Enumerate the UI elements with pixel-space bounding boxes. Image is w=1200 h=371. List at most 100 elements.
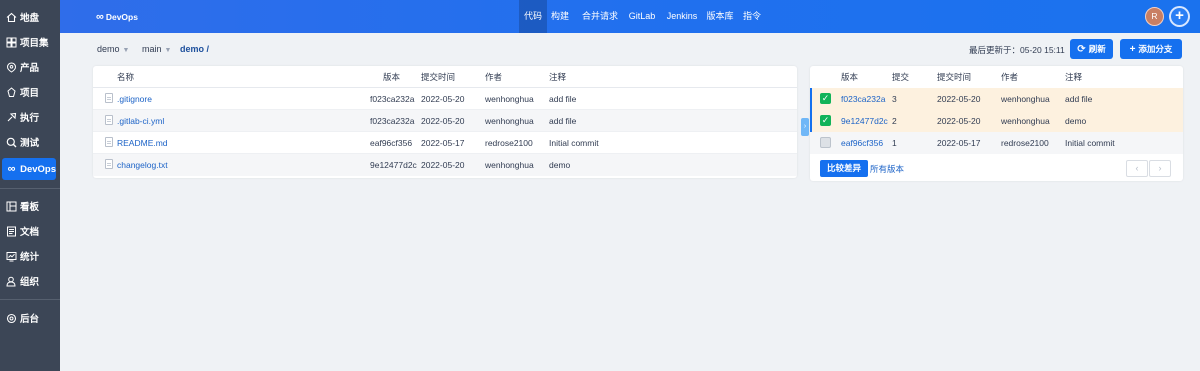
sidebar-item-kanban[interactable]: 看板 [0,195,60,217]
chevron-right-icon: › [803,123,807,130]
breadcrumb[interactable]: demo / [180,44,209,54]
tab-build[interactable]: 构建 [548,0,572,33]
sidebar-item-program[interactable]: 项目集 [0,31,60,53]
commit-comment: Initial commit [1065,138,1115,148]
table-row[interactable]: .gitignore f023ca232a 2022-05-20 wenhong… [93,88,797,110]
sidebar-item-doc[interactable]: 文档 [0,220,60,242]
file-icon [105,93,113,103]
commit-date: 2022-05-20 [937,116,981,126]
program-icon [6,37,17,48]
commit-version-link[interactable]: f023ca232a [841,94,885,104]
table-row[interactable]: README.md eaf96cf356 2022-05-17 redrose2… [93,132,797,154]
commit-version-link[interactable]: 9e12477d2c [841,116,888,126]
sidebar-item-label: 看板 [20,202,40,213]
sidebar-item-product[interactable]: 产品 [0,56,60,78]
sidebar-item-project[interactable]: 项目 [0,81,60,103]
file-icon [105,115,113,125]
kanban-icon [6,201,17,212]
commit-seq: 2 [892,116,897,126]
sidebar-item-label: 测试 [20,138,40,149]
branch-label: main [142,44,162,54]
test-icon [6,137,17,148]
file-comment: add file [549,116,577,126]
prev-page-button[interactable]: ‹ [1126,160,1148,177]
infinity-icon: ∞ [7,163,16,175]
sidebar-item-home[interactable]: 地盘 [0,6,60,28]
commit-checkbox[interactable]: ✓ [820,115,831,126]
create-button[interactable]: + [1169,6,1190,27]
file-version: 9e12477d2c [370,160,417,170]
commit-row[interactable]: ✓ 9e12477d2c 2 2022-05-20 wenhonghua dem… [810,110,1183,132]
avatar[interactable]: R [1145,7,1164,26]
all-versions-link[interactable]: 所有版本 [870,163,904,175]
file-name-link[interactable]: .gitignore [117,94,152,104]
selection-indicator [810,110,812,132]
refresh-button[interactable]: ⟳ 刷新 [1070,39,1113,59]
next-page-button[interactable]: › [1149,160,1171,177]
stats-icon [6,251,17,262]
commit-author: redrose2100 [1001,138,1049,148]
repo-selector[interactable]: demo ▼ [97,44,129,54]
sidebar-item-execution[interactable]: 执行 [0,106,60,128]
execution-icon [6,112,17,123]
org-icon [6,276,17,287]
sidebar-item-admin[interactable]: 后台 [0,307,60,329]
tab-code[interactable]: 代码 [519,0,547,33]
file-version: f023ca232a [370,116,415,126]
file-icon [105,137,113,147]
commit-checkbox[interactable] [820,137,831,148]
sidebar-item-label: 后台 [20,314,40,325]
file-author: wenhonghua [485,160,534,170]
sidebar-item-label: DevOps [20,163,56,175]
commit-row[interactable]: eaf96cf356 1 2022-05-17 redrose2100 Init… [810,132,1183,154]
file-name-link[interactable]: README.md [117,138,168,148]
file-author: redrose2100 [485,138,533,148]
sidebar-item-devops[interactable]: ∞ DevOps [2,158,56,180]
sidebar-item-label: 产品 [20,63,40,74]
selection-indicator [810,88,812,110]
caret-down-icon: ▼ [122,47,130,54]
commit-row[interactable]: ✓ f023ca232a 3 2022-05-20 wenhonghua add… [810,88,1183,110]
table-row[interactable]: changelog.txt 9e12477d2c 2022-05-20 wenh… [93,154,797,176]
sidebar-divider [0,188,60,189]
commit-date: 2022-05-17 [937,138,981,148]
file-date: 2022-05-20 [421,94,465,104]
commit-checkbox[interactable]: ✓ [820,93,831,104]
sidebar-item-stats[interactable]: 统计 [0,245,60,267]
tab-command[interactable]: 指令 [741,0,763,33]
add-branch-button[interactable]: + 添加分支 [1120,39,1182,59]
table-row[interactable]: .gitlab-ci.yml f023ca232a 2022-05-20 wen… [93,110,797,132]
commit-date: 2022-05-20 [937,94,981,104]
file-comment: demo [549,160,571,170]
caret-down-icon: ▼ [164,47,172,54]
file-name-link[interactable]: changelog.txt [117,160,168,170]
tab-gitlab[interactable]: GitLab [626,0,658,33]
file-version: eaf96cf356 [370,138,413,148]
collapse-panel-toggle[interactable]: › [801,118,809,136]
branch-selector[interactable]: main ▼ [142,44,171,54]
compare-button[interactable]: 比较差异 [820,160,868,177]
top-bar: ∞ DevOps 代码 构建 合并请求 GitLab Jenkins 版本库 指… [60,0,1200,33]
sidebar-item-test[interactable]: 测试 [0,131,60,153]
commit-seq: 3 [892,94,897,104]
repo-label: demo [97,44,120,54]
last-updated-text: 最后更新于：05-20 15:11 [969,45,1065,55]
commit-seq: 1 [892,138,897,148]
check-icon: ✓ [821,115,830,125]
home-icon [6,12,17,23]
sidebar-item-label: 项目集 [20,38,49,49]
sidebar-divider [0,299,60,300]
sidebar-item-org[interactable]: 组织 [0,270,60,292]
file-date: 2022-05-20 [421,160,465,170]
sidebar-item-label: 文档 [20,227,40,238]
column-header: 名称 [117,72,135,82]
tab-jenkins[interactable]: Jenkins [663,0,701,33]
refresh-icon: ⟳ [1077,43,1086,55]
tab-repo[interactable]: 版本库 [705,0,735,33]
commit-version-link[interactable]: eaf96cf356 [841,138,883,148]
sidebar-item-label: 项目 [20,88,40,99]
file-name-link[interactable]: .gitlab-ci.yml [117,116,164,126]
file-date: 2022-05-17 [421,138,465,148]
tab-merge-request[interactable]: 合并请求 [579,0,621,33]
doc-icon [6,226,17,237]
